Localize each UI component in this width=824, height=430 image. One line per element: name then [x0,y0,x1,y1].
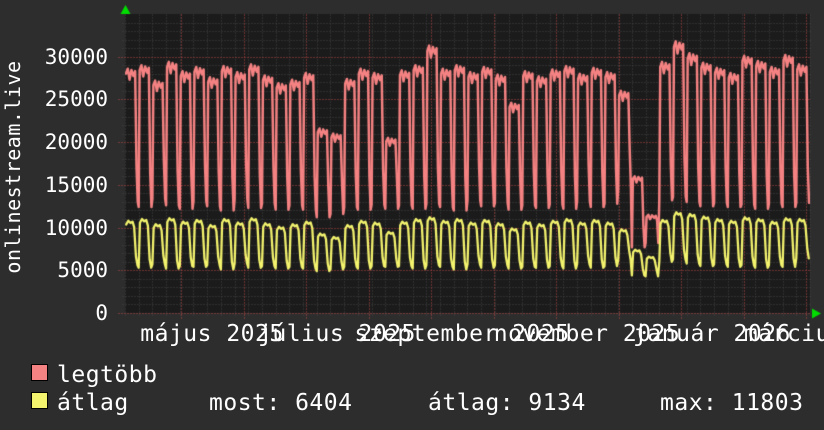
y-axis-title: onlinestream.live [1,60,25,274]
stat-atlag: átlag: 9134 [428,390,586,416]
y-tick-label: 15000 [44,172,108,197]
x-tick-label: március 2026 [743,321,824,347]
stat-most: most: 6404 [209,390,353,416]
rrd-graph: onlinestream.live 0 5000 10000 15000 20000 25… [0,0,824,430]
legend-label-atlag: átlag [57,390,129,416]
y-tick-label: 25000 [44,87,108,112]
legend-label-legtobb: legtöbb [57,362,158,388]
legend-swatch-atlag [31,392,48,409]
y-tick-label: 10000 [44,215,108,240]
y-tick-label: 5000 [57,258,108,283]
y-tick-label: 30000 [44,44,108,69]
y-tick-label: 20000 [44,130,108,155]
stat-max: max: 11803 [660,390,804,416]
legend-swatch-legtobb [31,364,48,381]
